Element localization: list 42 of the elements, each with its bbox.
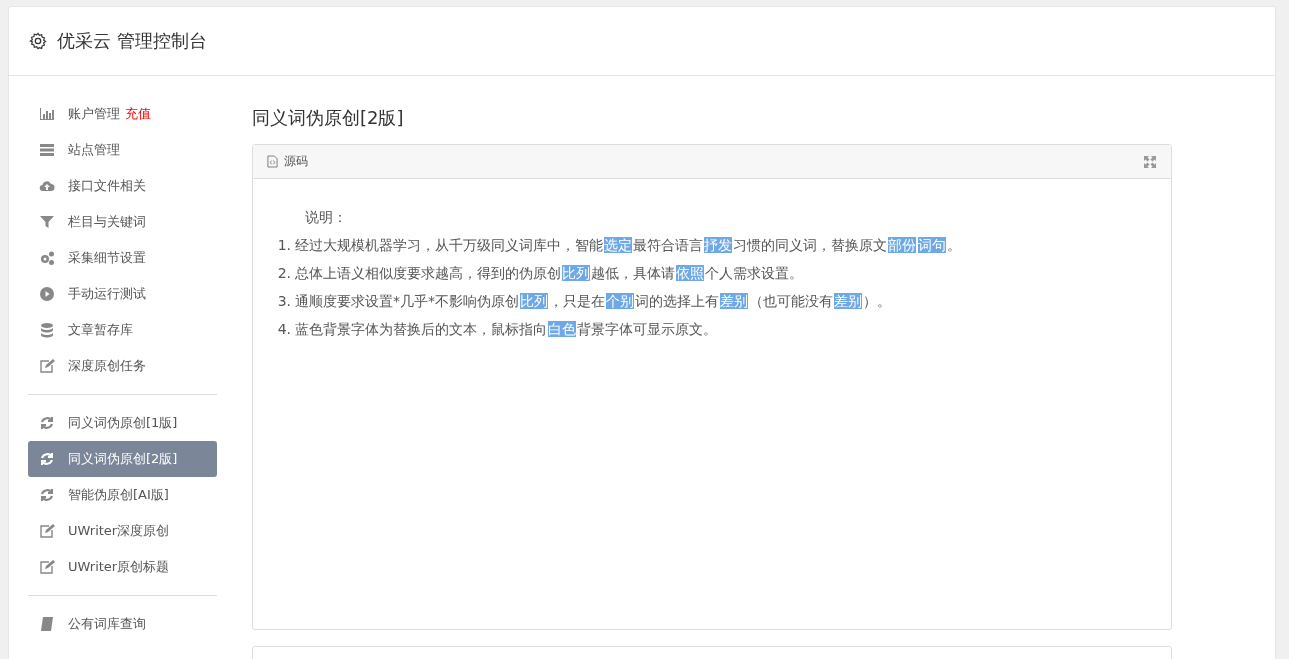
sidebar-item[interactable]: UWriter深度原创 <box>28 513 217 549</box>
console-title: 优采云 管理控制台 <box>57 29 207 53</box>
sidebar-item[interactable]: 同义词伪原创[1版] <box>28 405 217 441</box>
page-title: 同义词伪原创[2版] <box>252 106 405 130</box>
sidebar-item[interactable]: 同义词伪原创[2版] <box>28 441 217 477</box>
description-heading: 说明： <box>304 208 348 227</box>
sidebar-item[interactable]: 公有词库查询 <box>28 606 217 642</box>
refresh-icon <box>39 487 55 503</box>
edit-icon <box>39 559 55 575</box>
sidebar-item[interactable]: 接口文件相关 <box>28 168 217 204</box>
sidebar-item[interactable]: 栏目与关键词 <box>28 204 217 240</box>
settings-icon <box>29 32 47 50</box>
filter-icon <box>39 214 55 230</box>
line-number: 4. <box>276 320 291 339</box>
sidebar-item[interactable]: 站点管理 <box>28 132 217 168</box>
sidebar-item[interactable]: 账户管理 充值 <box>28 96 217 132</box>
edit-icon <box>39 523 55 539</box>
sidebar-item[interactable]: 深度原创任务 <box>28 348 217 384</box>
description-line: 通顺度要求设置*几乎*不影响伪原创 比列，只是在个别词的选择上有差别（也可能没有差别）。 <box>295 292 891 311</box>
source-button[interactable]: 源码 <box>267 153 308 170</box>
description-line: 经过大规模机器学习，从千万级同义词库中，智能选定最符合语言抒发习惯的同义词，替换原文部份词句。 <box>295 236 961 255</box>
line-number: 2. <box>276 264 291 283</box>
fullscreen-icon[interactable] <box>1143 154 1157 169</box>
sidebar-item[interactable]: 智能伪原创[AI版] <box>28 477 217 513</box>
edit-icon <box>39 358 55 374</box>
line-number: 3. <box>276 292 291 311</box>
description-line: 总体上语义相似度要求越高，得到的伪原创 比列越低，具体请依照个人需求设置。 <box>295 264 803 283</box>
description-line: 蓝色背景字体为替换后的文本，鼠标指向 白色背景字体可显示原文。 <box>295 320 717 339</box>
play-icon <box>39 286 55 302</box>
code-file-icon <box>267 155 278 168</box>
bar-chart-icon <box>39 106 55 122</box>
database-icon <box>39 322 55 338</box>
sidebar-item[interactable]: 手动运行测试 <box>28 276 217 312</box>
cloud-upload-icon <box>39 178 55 194</box>
line-number: 1. <box>276 236 291 255</box>
server-icon <box>39 142 55 158</box>
refresh-icon <box>39 415 55 431</box>
sidebar-item[interactable]: UWriter原创标题 <box>28 549 217 585</box>
sidebar-item[interactable]: 采集细节设置 <box>28 240 217 276</box>
refresh-icon <box>39 451 55 467</box>
recharge-link[interactable]: 充值 <box>125 105 151 123</box>
sidebar-item[interactable]: 文章暂存库 <box>28 312 217 348</box>
